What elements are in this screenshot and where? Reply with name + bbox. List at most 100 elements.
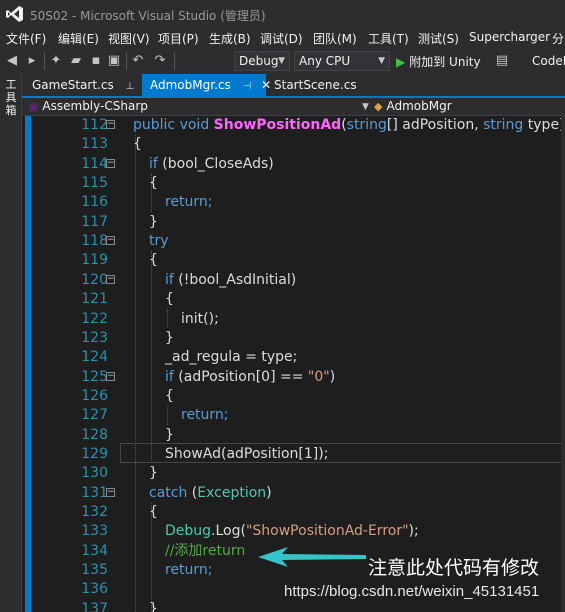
forward-icon[interactable]: ▸ bbox=[24, 53, 40, 69]
line-number: 128 bbox=[81, 426, 108, 443]
project-dropdown[interactable]: ▣ Assembly-CSharp ▼ bbox=[28, 98, 369, 116]
code-text: { bbox=[133, 136, 142, 153]
line-number: 132 bbox=[81, 504, 108, 520]
navigation-bar: ▣ Assembly-CSharp ▼ ◆ AdmobMgr bbox=[22, 98, 565, 116]
collapse-icon[interactable]: − bbox=[106, 236, 115, 246]
line-number: 134 bbox=[81, 542, 108, 559]
toolbar-separator bbox=[174, 52, 175, 70]
title-bar: 50S02 - Microsoft Visual Studio (管理员) bbox=[0, 0, 565, 28]
pin-icon[interactable]: ⊥ bbox=[126, 81, 135, 92]
toolbar-separator bbox=[44, 52, 45, 70]
toolbox-tab[interactable]: 工具箱 bbox=[4, 78, 18, 117]
code-line: 118 − try bbox=[22, 232, 565, 251]
watermark-url: https://blog.csdn.net/weixin_45131451 bbox=[284, 583, 540, 600]
line-number: 119 bbox=[81, 252, 108, 269]
toolbar: ◀ ▸ ✦ ▰ ▪ ▣ ↶ ↷ Debug ▼ Any CPU ▼ ▶ 附加到 U… bbox=[0, 48, 565, 74]
collapse-icon[interactable]: − bbox=[106, 158, 115, 168]
code-line: 129 ShowAd(adPosition[1]); bbox=[22, 445, 565, 464]
menu-team[interactable]: 团队(M) bbox=[313, 30, 357, 47]
code-line: 128 } bbox=[22, 426, 565, 445]
code-line: 115 { bbox=[22, 174, 565, 193]
code-text: { bbox=[165, 387, 174, 404]
tab-label: AdmobMgr.cs bbox=[150, 78, 231, 92]
code-line: 137 } bbox=[22, 600, 565, 612]
redo-icon[interactable]: ↷ bbox=[152, 53, 168, 69]
play-icon: ▶ bbox=[396, 55, 406, 69]
line-number: 127 bbox=[81, 407, 108, 424]
code-line: 123 } bbox=[22, 329, 565, 348]
configuration-select[interactable]: Debug ▼ bbox=[234, 51, 290, 71]
collapse-icon[interactable]: − bbox=[106, 371, 115, 381]
window-title: 50S02 - Microsoft Visual Studio (管理员) bbox=[30, 9, 266, 23]
platform-value: Any CPU bbox=[299, 54, 351, 68]
project-name: Assembly-CSharp bbox=[42, 99, 148, 113]
code-text: return; bbox=[165, 562, 213, 579]
collapse-icon[interactable]: − bbox=[106, 487, 115, 497]
line-number: 117 bbox=[81, 213, 108, 230]
code-line: 127 return; bbox=[22, 406, 565, 425]
menu-file[interactable]: 文件(F) bbox=[6, 30, 46, 47]
chevron-down-icon: ▼ bbox=[278, 56, 285, 66]
new-project-icon[interactable]: ✦ bbox=[48, 53, 64, 69]
line-number: 133 bbox=[81, 523, 108, 540]
code-comment: //添加return bbox=[165, 542, 246, 559]
code-text: { bbox=[149, 175, 158, 192]
menu-bar: 文件(F) 编辑(E) 视图(V) 项目(P) 生成(B) 调试(D) 团队(M… bbox=[0, 28, 565, 48]
menu-supercharger[interactable]: Supercharger bbox=[469, 30, 550, 44]
menu-build[interactable]: 生成(B) bbox=[209, 30, 251, 47]
tab-startscene[interactable]: StartScene.cs bbox=[266, 74, 366, 96]
menu-more[interactable]: 分 bbox=[552, 30, 564, 47]
save-icon[interactable]: ▪ bbox=[88, 53, 104, 69]
code-line: 114 − if (bool_CloseAds) bbox=[22, 155, 565, 174]
code-line: 122 init(); bbox=[22, 310, 565, 329]
back-icon[interactable]: ◀ bbox=[4, 53, 20, 69]
tab-gamestart[interactable]: GameStart.cs ⊥ bbox=[24, 74, 136, 96]
code-line: 126 { bbox=[22, 387, 565, 406]
visual-studio-logo-icon bbox=[6, 6, 23, 22]
collapse-icon[interactable]: − bbox=[106, 274, 115, 284]
menu-edit[interactable]: 编辑(E) bbox=[58, 30, 99, 47]
tab-label: StartScene.cs bbox=[274, 78, 357, 92]
open-folder-icon[interactable]: ▰ bbox=[68, 53, 84, 69]
line-number: 112 bbox=[81, 117, 108, 133]
menu-tools[interactable]: 工具(T) bbox=[368, 30, 409, 47]
menu-test[interactable]: 测试(S) bbox=[418, 30, 459, 47]
line-number: 121 bbox=[81, 291, 108, 308]
toolbar-extension-icon[interactable]: ▤ bbox=[494, 53, 510, 69]
collapse-icon[interactable]: − bbox=[106, 120, 115, 129]
code-line: 113 { bbox=[22, 135, 565, 154]
line-number: 125 bbox=[81, 368, 108, 385]
vertical-scrollbar[interactable] bbox=[561, 116, 565, 612]
tab-label: GameStart.cs bbox=[32, 78, 114, 92]
code-line: 119 { bbox=[22, 251, 565, 270]
code-text: return; bbox=[181, 407, 229, 424]
annotation-text: 注意此处代码有修改 bbox=[368, 557, 540, 579]
undo-icon[interactable]: ↶ bbox=[130, 53, 146, 69]
chevron-down-icon: ▼ bbox=[378, 56, 385, 66]
line-number: 120 bbox=[81, 271, 108, 288]
platform-select[interactable]: Any CPU ▼ bbox=[294, 51, 390, 71]
line-number: 135 bbox=[81, 562, 108, 579]
code-line: 133 Debug.Log("ShowPositionAd-Error"); bbox=[22, 522, 565, 541]
line-number: 136 bbox=[81, 581, 108, 598]
save-all-icon[interactable]: ▣ bbox=[106, 53, 122, 69]
toolbar-separator bbox=[126, 52, 127, 70]
pin-icon[interactable]: ⊣ bbox=[243, 81, 252, 92]
line-number: 129 bbox=[81, 445, 108, 462]
menu-project[interactable]: 项目(P) bbox=[158, 30, 199, 47]
menu-debug[interactable]: 调试(D) bbox=[260, 30, 303, 47]
tab-admobmgr[interactable]: AdmobMgr.cs ⊣ ✕ bbox=[142, 74, 271, 96]
code-text: { bbox=[149, 504, 158, 520]
code-text: try bbox=[149, 233, 169, 250]
code-text: _ad_regula = type; bbox=[165, 349, 298, 366]
class-name: AdmobMgr bbox=[386, 99, 452, 113]
class-dropdown[interactable]: ◆ AdmobMgr bbox=[374, 98, 564, 116]
code-editor[interactable]: 112 − public void ShowPositionAd(string[… bbox=[22, 116, 565, 612]
line-number: 115 bbox=[81, 175, 108, 192]
attach-to-unity-button[interactable]: ▶ 附加到 Unity bbox=[396, 53, 481, 70]
menu-view[interactable]: 视图(V) bbox=[108, 30, 150, 47]
codelens-button[interactable]: CodeL bbox=[532, 54, 565, 68]
code-line: 132 { bbox=[22, 503, 565, 522]
line-number: 123 bbox=[81, 329, 108, 346]
toolbox-strip bbox=[0, 74, 22, 612]
